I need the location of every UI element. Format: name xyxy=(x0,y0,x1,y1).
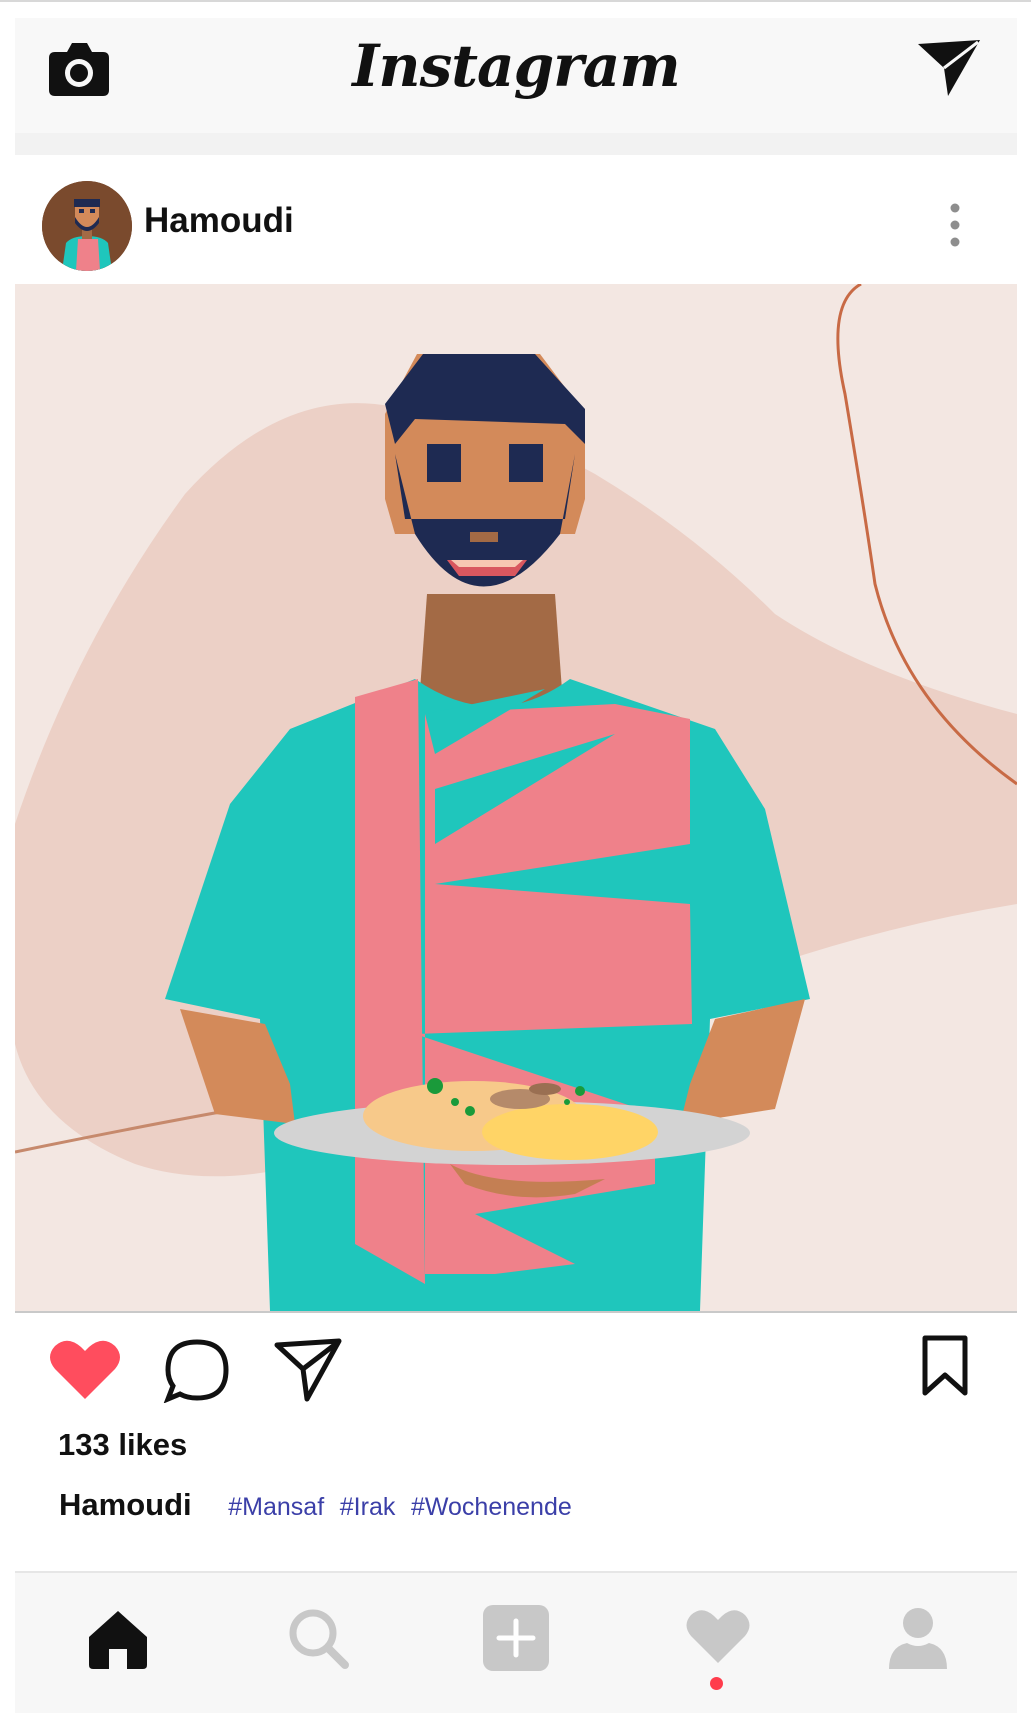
bookmark-icon[interactable] xyxy=(920,1335,970,1397)
hashtag-link[interactable]: #Irak xyxy=(340,1493,396,1521)
post-image[interactable] xyxy=(15,284,1017,1311)
instagram-logo: Instagram xyxy=(352,32,680,100)
avatar[interactable] xyxy=(42,181,132,271)
hashtag-link[interactable]: #Mansaf xyxy=(228,1493,324,1521)
post-actions xyxy=(15,1313,1017,1423)
top-border xyxy=(0,0,1031,2)
heart-icon[interactable] xyxy=(49,1337,121,1401)
app-bar-shadow xyxy=(15,133,1017,155)
send-icon[interactable] xyxy=(916,38,982,98)
bottom-nav xyxy=(15,1573,1017,1713)
profile-icon[interactable] xyxy=(883,1603,953,1673)
post-header: Hamoudi xyxy=(15,170,1017,282)
caption-username[interactable]: Hamoudi xyxy=(59,1487,192,1522)
share-icon[interactable] xyxy=(273,1337,343,1403)
post-username[interactable]: Hamoudi xyxy=(144,201,294,241)
hashtag-link[interactable]: #Wochenende xyxy=(411,1493,572,1521)
app-top-bar: Instagram xyxy=(15,18,1017,133)
more-options-icon[interactable] xyxy=(945,200,965,250)
comment-icon[interactable] xyxy=(163,1337,231,1403)
search-icon[interactable] xyxy=(283,1603,353,1673)
add-post-icon[interactable] xyxy=(481,1603,551,1673)
notification-dot xyxy=(710,1677,723,1690)
likes-count[interactable]: 133 likes xyxy=(58,1427,187,1463)
activity-heart-icon[interactable] xyxy=(683,1603,753,1673)
home-icon[interactable] xyxy=(83,1603,153,1673)
post-caption: Hamoudi #Mansaf #Irak #Wochenende xyxy=(59,1487,579,1523)
